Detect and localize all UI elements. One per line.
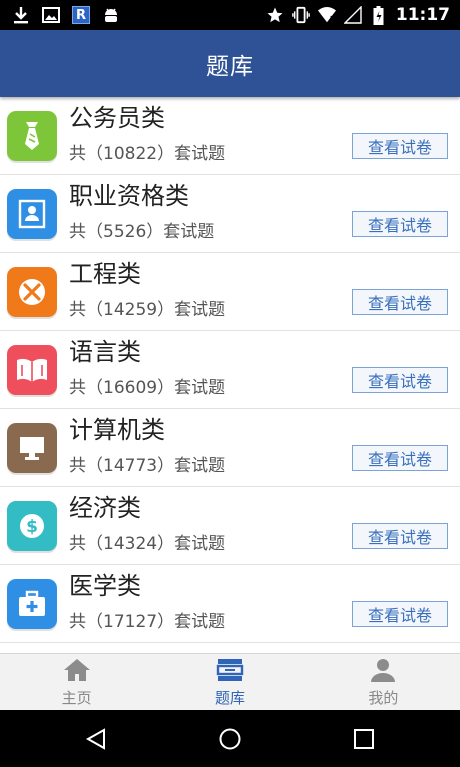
category-name: 计算机类 [69,416,165,444]
view-papers-button[interactable]: 查看试卷 [352,601,448,627]
category-count: 共（14773）套试题 [69,456,226,476]
category-name: 职业资格类 [69,182,189,210]
category-name: 公务员类 [69,104,165,132]
category-name: 语言类 [69,338,141,366]
status-time: 11:17 [395,5,450,25]
view-papers-button[interactable]: 查看试卷 [352,289,448,315]
android-icon [102,5,120,25]
back-icon[interactable] [84,727,108,751]
category-list[interactable]: 公务员类 共（10822）套试题 查看试卷 职业资格类 共（5526）套试题 查… [0,97,460,653]
tab-question-bank[interactable]: 题库 [153,654,306,710]
view-papers-button[interactable]: 查看试卷 [352,133,448,159]
download-icon [12,5,30,25]
app-header: 题库 [0,30,460,97]
category-count: 共（10822）套试题 [69,144,226,164]
category-row[interactable]: 公务员类 共（10822）套试题 查看试卷 [0,97,460,175]
wifi-icon [317,5,336,25]
tab-label: 主页 [61,689,92,707]
category-count: 共（16609）套试题 [69,378,226,398]
category-row[interactable]: 计算机类 共（14773）套试题 查看试卷 [0,409,460,487]
tools-icon [7,267,57,317]
id-card-icon [7,189,57,239]
category-row-partial[interactable] [0,643,460,653]
category-count: 共（14259）套试题 [69,300,226,320]
user-icon [369,658,397,686]
category-name: 医学类 [69,572,141,600]
svg-text:$: $ [26,517,38,537]
category-name: 经济类 [69,494,141,522]
view-papers-button[interactable]: 查看试卷 [352,367,448,393]
category-count: 共（14324）套试题 [69,534,226,554]
star-icon [266,5,284,25]
category-row[interactable]: 职业资格类 共（5526）套试题 查看试卷 [0,175,460,253]
bottom-tab-bar: 主页 题库 我的 [0,653,460,710]
system-nav-bar [0,710,460,767]
tab-label: 题库 [214,689,245,707]
recents-icon[interactable] [352,727,376,751]
view-papers-button[interactable]: 查看试卷 [352,211,448,237]
vibrate-icon [292,5,310,25]
home-circle-icon[interactable] [218,727,242,751]
medical-kit-icon [7,579,57,629]
view-papers-button[interactable]: 查看试卷 [352,523,448,549]
question-bank-icon [216,658,244,686]
dollar-icon: $ [7,501,57,551]
tab-home[interactable]: 主页 [0,654,153,710]
category-row[interactable]: 语言类 共（16609）套试题 查看试卷 [0,331,460,409]
tab-label: 我的 [368,689,399,707]
category-name: 工程类 [69,260,141,288]
monitor-icon [7,423,57,473]
view-papers-button[interactable]: 查看试卷 [352,445,448,471]
battery-icon [370,5,388,25]
book-icon [7,345,57,395]
home-icon [63,658,91,686]
r-app-icon: R [72,6,90,24]
tie-icon [7,111,57,161]
category-count: 共（5526）套试题 [69,222,215,242]
signal-icon [343,5,362,25]
category-row[interactable]: 工程类 共（14259）套试题 查看试卷 [0,253,460,331]
status-bar: R 11:17 [0,0,460,30]
page-title: 题库 [206,53,254,80]
category-row[interactable]: $ 经济类 共（14324）套试题 查看试卷 [0,487,460,565]
category-row[interactable]: 医学类 共（17127）套试题 查看试卷 [0,565,460,643]
category-count: 共（17127）套试题 [69,612,226,632]
tab-mine[interactable]: 我的 [307,654,460,710]
image-icon [42,5,60,25]
